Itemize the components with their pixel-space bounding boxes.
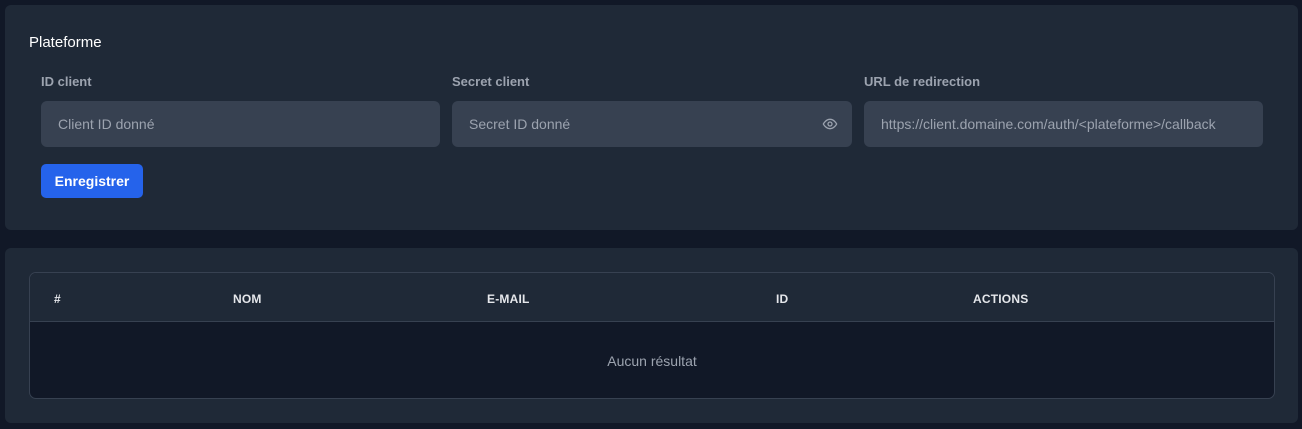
client-id-input[interactable]: [41, 101, 440, 147]
client-id-input-wrap: [41, 101, 440, 147]
eye-icon[interactable]: [822, 116, 838, 132]
empty-state: Aucun résultat: [607, 353, 697, 369]
table-header: # NOM E-MAIL ID ACTIONS: [30, 273, 1274, 322]
column-header-actions: ACTIONS: [973, 292, 1029, 306]
client-id-label: ID client: [41, 74, 92, 89]
column-header-name: NOM: [233, 292, 262, 306]
users-table-card: # NOM E-MAIL ID ACTIONS Aucun résultat: [5, 248, 1298, 423]
platform-card: Plateforme ID client Secret client URL d…: [5, 5, 1298, 230]
redirect-url-input[interactable]: [864, 101, 1263, 147]
column-header-number: #: [54, 292, 61, 306]
redirect-url-input-wrap: [864, 101, 1263, 147]
column-header-id: ID: [776, 292, 789, 306]
users-table: # NOM E-MAIL ID ACTIONS Aucun résultat: [29, 272, 1275, 399]
client-secret-input-wrap: [452, 101, 852, 147]
client-secret-label: Secret client: [452, 74, 530, 89]
client-id-field: ID client: [41, 74, 440, 147]
save-button[interactable]: Enregistrer: [41, 164, 143, 198]
client-secret-input[interactable]: [452, 101, 852, 147]
redirect-url-label: URL de redirection: [864, 74, 981, 89]
redirect-url-field: URL de redirection: [864, 74, 1263, 147]
client-secret-field: Secret client: [452, 74, 852, 147]
platform-title: Plateforme: [29, 34, 102, 51]
column-header-email: E-MAIL: [487, 292, 530, 306]
